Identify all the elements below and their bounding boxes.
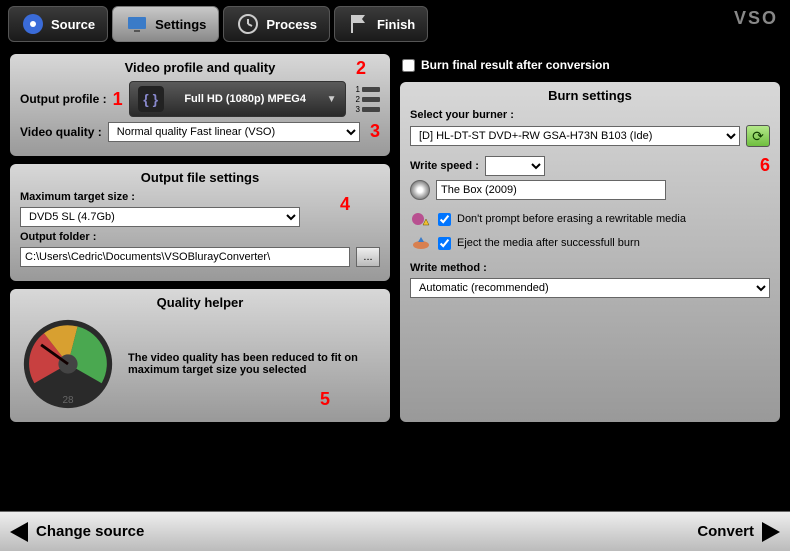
tab-process[interactable]: Process xyxy=(223,6,330,42)
panel-title: Quality helper xyxy=(20,295,380,310)
disc-label-input[interactable] xyxy=(436,180,666,200)
panel-title: Video profile and quality xyxy=(20,60,380,75)
convert-label: Convert xyxy=(697,523,754,540)
left-column: Video profile and quality 2 Output profi… xyxy=(10,54,390,422)
annotation-1: 1 xyxy=(113,89,123,110)
max-size-select[interactable]: DVD5 SL (4.7Gb) xyxy=(20,207,300,227)
output-folder-label: Output folder : xyxy=(20,231,380,243)
tab-settings[interactable]: Settings xyxy=(112,6,219,42)
tab-source-label: Source xyxy=(51,17,95,32)
eject-icon xyxy=(410,234,432,252)
monitor-icon xyxy=(125,12,149,36)
convert-button[interactable]: Convert xyxy=(697,522,780,542)
change-source-label: Change source xyxy=(36,523,144,540)
panel-video-profile: Video profile and quality 2 Output profi… xyxy=(10,54,390,156)
change-source-button[interactable]: Change source xyxy=(10,522,144,542)
panel-output-file: Output file settings 4 Maximum target si… xyxy=(10,164,390,281)
vso-logo: VSO xyxy=(734,8,778,29)
burner-select[interactable]: [D] HL-DT-ST DVD+-RW GSA-H73N B103 (Ide) xyxy=(410,126,740,146)
burn-final-label: Burn final result after conversion xyxy=(421,58,610,72)
tab-source[interactable]: Source xyxy=(8,6,108,42)
preset-slots[interactable]: 1 2 3 xyxy=(356,85,380,114)
main-content: Video profile and quality 2 Output profi… xyxy=(0,48,790,428)
annotation-6: 6 xyxy=(760,155,770,176)
output-folder-input[interactable] xyxy=(20,247,350,267)
arrow-right-icon xyxy=(762,522,780,542)
video-quality-select[interactable]: Normal quality Fast linear (VSO) xyxy=(108,122,360,142)
write-speed-select[interactable] xyxy=(485,156,545,176)
right-column: Burn final result after conversion Burn … xyxy=(400,54,780,422)
tab-process-label: Process xyxy=(266,17,317,32)
arrow-left-icon xyxy=(10,522,28,542)
dont-prompt-checkbox[interactable] xyxy=(438,213,451,226)
write-speed-label: Write speed : xyxy=(410,160,479,172)
annotation-2: 2 xyxy=(356,58,366,79)
annotation-3: 3 xyxy=(370,121,380,142)
panel-burn-settings: Burn settings Select your burner : [D] H… xyxy=(400,82,780,422)
chevron-down-icon: ▼ xyxy=(327,94,337,105)
output-profile-value: Full HD (1080p) MPEG4 xyxy=(172,93,319,105)
eject-checkbox[interactable] xyxy=(438,237,451,250)
panel-title: Burn settings xyxy=(410,88,770,103)
panel-quality-helper: Quality helper 5 28 The video quality ha… xyxy=(10,289,390,422)
tab-settings-label: Settings xyxy=(155,17,206,32)
disc-icon xyxy=(21,12,45,36)
top-nav: Source Settings Process Finish VSO xyxy=(0,0,790,48)
tab-finish[interactable]: Finish xyxy=(334,6,428,42)
quality-message: The video quality has been reduced to fi… xyxy=(128,352,380,376)
panel-title: Output file settings xyxy=(20,170,380,185)
output-profile-label: Output profile : xyxy=(20,92,107,106)
burner-label: Select your burner : xyxy=(410,109,770,121)
burn-checkbox-row: Burn final result after conversion xyxy=(400,54,780,74)
max-size-label: Maximum target size : xyxy=(20,191,380,203)
eject-label: Eject the media after successfull burn xyxy=(457,237,640,249)
annotation-4: 4 xyxy=(340,194,350,215)
burn-final-checkbox[interactable] xyxy=(402,59,415,72)
flag-icon xyxy=(347,12,371,36)
refresh-button[interactable]: ⟳ xyxy=(746,125,770,147)
dont-prompt-label: Don't prompt before erasing a rewritable… xyxy=(457,213,686,225)
browse-button[interactable]: ... xyxy=(356,247,380,267)
disc-label-icon xyxy=(410,180,430,200)
clock-icon xyxy=(236,12,260,36)
tab-finish-label: Finish xyxy=(377,17,415,32)
write-method-select[interactable]: Automatic (recommended) xyxy=(410,278,770,298)
codec-icon: { } xyxy=(138,86,164,112)
annotation-5: 5 xyxy=(320,389,330,410)
gauge-value: 28 xyxy=(62,395,73,406)
write-method-label: Write method : xyxy=(410,262,770,274)
output-profile-button[interactable]: { } Full HD (1080p) MPEG4 ▼ xyxy=(129,81,346,117)
video-quality-label: Video quality : xyxy=(20,125,102,139)
bottom-bar: Change source Convert xyxy=(0,511,790,551)
warning-icon xyxy=(410,210,432,228)
quality-gauge: 28 xyxy=(20,316,116,412)
